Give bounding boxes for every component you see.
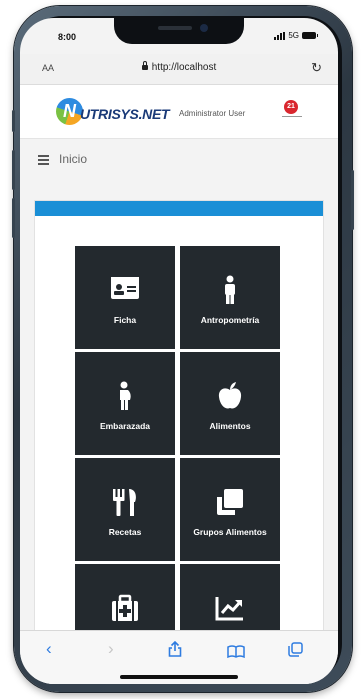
logo-icon[interactable]: N [56,98,83,125]
status-indicators: 5G [274,31,318,40]
network-label: 5G [288,31,299,40]
breadcrumb: Inicio [20,139,338,181]
clone-icon [217,489,243,515]
speaker [158,26,192,30]
notification-badge: 21 [284,100,298,114]
phone-screen: 8:00 5G AA http://localhost ↻ N UTRISYS.… [20,18,338,684]
logo-letter: N [63,101,76,121]
tile-grupos-alimentos[interactable]: Grupos Alimentos [180,458,280,561]
user-name[interactable]: Administrator User [179,109,245,118]
card-header-bar [35,201,323,216]
pregnant-icon [120,381,131,410]
browser-toolbar: ‹ › [20,630,338,684]
mute-switch [12,110,15,132]
medkit-icon [112,594,138,621]
lock-icon [141,60,148,70]
forward-icon[interactable]: › [108,639,114,659]
battery-icon [302,32,318,39]
address-field[interactable]: http://localhost [20,60,338,73]
notch [114,18,244,44]
tile-label: Embarazada [99,421,151,431]
tile-label: Recetas [108,527,142,537]
tile-recetas[interactable]: Recetas [75,458,175,561]
app-header: N UTRISYS.NET Administrator User 21 [20,85,338,139]
tile-label: Alimentos [209,421,251,431]
tile-label: Antropometría [200,315,260,325]
reload-icon[interactable]: ↻ [311,60,322,76]
breadcrumb-label[interactable]: Inicio [59,152,87,166]
hamburger-menu-icon[interactable] [38,155,49,165]
front-camera [200,24,208,32]
browser-url-bar: AA http://localhost ↻ [20,54,338,85]
logo-text[interactable]: UTRISYS.NET [80,106,170,122]
volume-up-button [12,150,15,190]
tile-embarazada[interactable]: Embarazada [75,352,175,455]
back-icon[interactable]: ‹ [46,639,52,659]
url-text: http://localhost [151,62,217,73]
notifications-button[interactable]: 21 [282,100,302,120]
bell-icon [282,116,302,117]
chart-line-icon [215,597,243,621]
tile-ficha[interactable]: Ficha [75,246,175,349]
home-indicator [120,675,238,679]
person-icon [225,275,235,304]
power-button [351,170,354,230]
utensils-icon [113,489,136,516]
status-time: 8:00 [58,32,77,42]
tile-alimentos[interactable]: Alimentos [180,352,280,455]
tile-antropometria[interactable]: Antropometría [180,246,280,349]
bookmarks-icon[interactable] [227,643,245,663]
content-card: Ficha Antropometría Embarazada Alimentos… [34,200,324,684]
id-card-icon [111,277,139,299]
apple-icon [218,382,242,409]
signal-icon [274,31,286,40]
share-icon[interactable] [168,640,182,662]
volume-down-button [12,198,15,238]
tabs-icon[interactable] [288,642,303,662]
tile-label: Ficha [113,315,137,325]
tile-label: Grupos Alimentos [193,527,267,537]
